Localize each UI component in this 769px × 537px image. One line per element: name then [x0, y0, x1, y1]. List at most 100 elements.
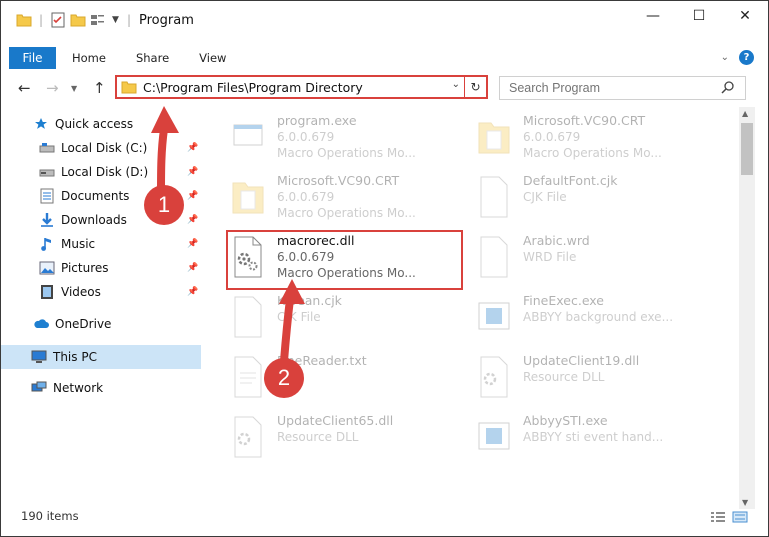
navigation-pane: Quick access Local Disk (C:) 📌 Local Dis…: [1, 111, 201, 506]
file-name: program.exe: [277, 113, 357, 128]
tab-view[interactable]: View: [184, 47, 241, 69]
sidebar-item-label: Local Disk (C:): [61, 141, 148, 155]
search-box[interactable]: [499, 76, 746, 100]
up-icon[interactable]: ↑: [93, 79, 106, 97]
exe-icon: [233, 124, 263, 146]
pin-icon[interactable]: 📌: [187, 215, 198, 225]
file-icon: [234, 296, 262, 338]
folder-icon: [16, 14, 32, 27]
file-icon: [234, 356, 262, 398]
sidebar-item-label: Network: [53, 381, 104, 395]
window-title: Program: [139, 12, 194, 28]
pin-icon[interactable]: 📌: [187, 167, 198, 177]
sidebar-item-local-disk-d[interactable]: Local Disk (D:): [39, 161, 148, 183]
file-name: Korean.cjk: [277, 293, 342, 308]
sidebar-item-local-disk-c[interactable]: Local Disk (C:): [39, 137, 147, 159]
sidebar-item-label: This PC: [53, 350, 97, 364]
list-item[interactable]: program.exe 6.0.0.679 Macro Operations Mo.…: [231, 111, 471, 171]
file-version: 6.0.0.679: [523, 130, 581, 144]
pin-icon[interactable]: 📌: [187, 287, 198, 297]
dll-icon: [234, 236, 262, 278]
title-bar: | ▼ | Program — ☐ ✕: [1, 1, 768, 39]
sidebar-item-network[interactable]: Network: [31, 377, 103, 399]
properties-icon[interactable]: [50, 12, 66, 28]
sidebar-item-label: Pictures: [61, 261, 109, 275]
dropdown-icon[interactable]: ▼: [112, 15, 119, 25]
list-item[interactable]: Microsoft.VC90.CRT 6.0.0.679 Macro Operati…: [231, 171, 471, 231]
step-marker-2: 2: [264, 358, 304, 398]
list-item[interactable]: UpdateClient65.dll Resource DLL: [231, 411, 471, 471]
sidebar-item-music[interactable]: Music: [39, 233, 95, 255]
list-item[interactable]: Arabic.wrd WRD File: [477, 231, 717, 291]
sidebar-item-onedrive[interactable]: OneDrive: [33, 313, 111, 335]
dll-icon: [480, 356, 508, 398]
list-item[interactable]: AbbyySTI.exe ABBYY sti event hand...: [477, 411, 717, 471]
list-item[interactable]: FineExec.exe ABBYY background exe...: [477, 291, 717, 351]
network-icon: [31, 380, 47, 396]
file-version: 6.0.0.679: [277, 130, 335, 144]
sidebar-item-pictures[interactable]: Pictures: [39, 257, 109, 279]
list-item[interactable]: DefaultFont.cjk CJK File: [477, 171, 717, 231]
file-name: macrorec.dll: [277, 233, 355, 248]
forward-icon[interactable]: →: [46, 79, 59, 97]
file-description: Macro Operations Mo...: [277, 266, 416, 280]
separator: |: [126, 13, 132, 27]
file-icon: [480, 176, 508, 218]
maximize-button[interactable]: ☐: [676, 1, 722, 31]
tiles-view-icon[interactable]: [732, 511, 748, 523]
pin-icon[interactable]: 📌: [187, 143, 198, 153]
videos-icon: [39, 284, 55, 300]
back-icon[interactable]: ←: [18, 79, 31, 97]
address-row: ← → ▼ ↑ C:\Program Files\Program Directo…: [1, 73, 768, 103]
minimize-button[interactable]: —: [630, 1, 676, 31]
app-icon: [478, 302, 510, 330]
file-description: Macro Operations Mo...: [523, 146, 662, 160]
pin-icon[interactable]: 📌: [187, 191, 198, 201]
vertical-scrollbar[interactable]: ▲ ▼: [739, 107, 755, 509]
scroll-down-icon[interactable]: ▼: [742, 498, 748, 507]
separator: |: [39, 13, 44, 27]
pin-icon[interactable]: 📌: [187, 263, 198, 273]
scroll-up-icon[interactable]: ▲: [742, 109, 748, 118]
sidebar-item-documents[interactable]: Documents: [39, 185, 129, 207]
drive-icon: [39, 140, 55, 156]
sidebar-item-quick-access[interactable]: Quick access: [33, 113, 133, 135]
file-description: ABBYY sti event hand...: [523, 430, 664, 444]
sidebar-item-label: Local Disk (D:): [61, 165, 149, 179]
folder-icon: [478, 122, 510, 154]
list-item[interactable]: UpdateClient19.dll Resource DLL: [477, 351, 717, 411]
expand-ribbon-icon[interactable]: ⌄: [721, 52, 729, 63]
search-input[interactable]: [509, 81, 709, 95]
help-icon[interactable]: ?: [739, 50, 754, 65]
tab-file[interactable]: File: [9, 47, 56, 69]
sidebar-item-videos[interactable]: Videos: [39, 281, 101, 303]
recent-locations-icon[interactable]: ▼: [71, 84, 77, 93]
refresh-icon[interactable]: ↻: [464, 77, 486, 97]
address-bar[interactable]: C:\Program Files\Program Directory ⌄ ↻: [115, 75, 488, 99]
close-button[interactable]: ✕: [722, 1, 768, 31]
address-path[interactable]: C:\Program Files\Program Directory: [143, 80, 363, 95]
new-folder-icon[interactable]: [70, 12, 86, 28]
list-item[interactable]: Korean.cjk CJK File: [231, 291, 471, 351]
file-name: UpdateClient65.dll: [277, 413, 394, 428]
file-type: Resource DLL: [523, 370, 605, 384]
sidebar-item-this-pc[interactable]: This PC: [1, 345, 201, 369]
pin-icon[interactable]: 📌: [187, 239, 198, 249]
view-switcher: [710, 511, 748, 523]
sidebar-item-label: Quick access: [55, 117, 134, 131]
customize-icon[interactable]: [90, 12, 108, 28]
file-type: Resource DLL: [277, 430, 359, 444]
step-marker-1: 1: [144, 185, 184, 225]
scrollbar-thumb[interactable]: [741, 123, 753, 175]
file-list: program.exe 6.0.0.679 Macro Operations Mo.…: [211, 107, 739, 502]
list-item-macrorec[interactable]: macrorec.dll 6.0.0.679 Macro Operations Mo…: [231, 231, 471, 291]
tab-home[interactable]: Home: [56, 47, 121, 69]
app-icon: [478, 422, 510, 450]
details-view-icon[interactable]: [710, 511, 726, 523]
address-dropdown-icon[interactable]: ⌄: [452, 79, 460, 90]
status-item-count: 190 items: [21, 509, 79, 523]
tab-share[interactable]: Share: [121, 47, 184, 69]
search-icon[interactable]: [721, 80, 735, 94]
sidebar-item-downloads[interactable]: Downloads: [39, 209, 127, 231]
list-item[interactable]: Microsoft.VC90.CRT 6.0.0.679 Macro Operati…: [477, 111, 717, 171]
